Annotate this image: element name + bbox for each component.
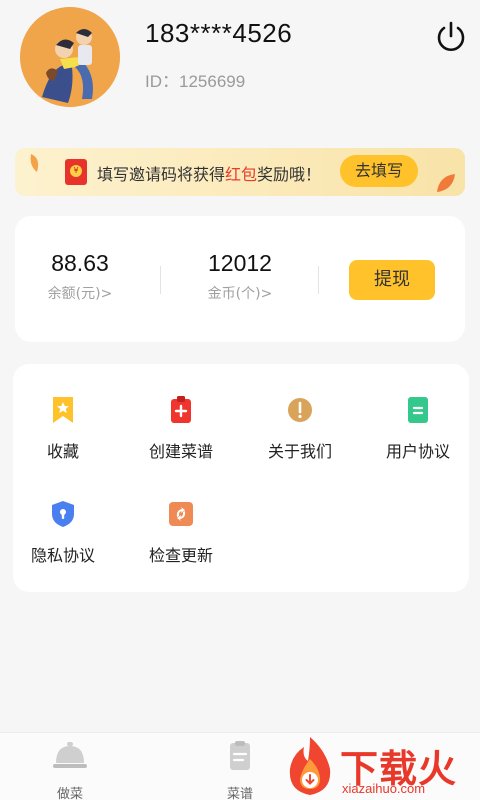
- nav-tab-recipes[interactable]: 菜谱: [200, 741, 280, 800]
- fill-invite-button[interactable]: 去填写: [340, 155, 418, 187]
- info-exclamation-icon: [288, 398, 312, 422]
- avatar[interactable]: [20, 7, 120, 107]
- document-equals-icon: [408, 397, 428, 423]
- balance-label: 余额(元)>: [47, 286, 113, 302]
- menu-item-label: 收藏: [46, 442, 79, 461]
- menu-item-label: 用户协议: [385, 442, 450, 461]
- profile-header: 183****4526 ID：1256699: [0, 0, 480, 120]
- menu-item-label: 关于我们: [267, 442, 332, 461]
- menu-item-favorites[interactable]: 收藏: [8, 396, 118, 476]
- banner-text-highlight: 红包: [225, 165, 258, 184]
- cloche-icon: [53, 742, 87, 768]
- balance-value: 88.63: [51, 250, 109, 276]
- phone-number: 183****4526: [145, 18, 293, 48]
- invite-banner[interactable]: ¥ 填写邀请码将获得红包奖励哦！ 去填写: [15, 148, 465, 196]
- menu-item-create-recipe[interactable]: 创建菜谱: [126, 396, 236, 476]
- menu-item-privacy-policy[interactable]: 隐私协议: [8, 500, 118, 580]
- shield-lock-icon: [52, 501, 74, 527]
- nav-tab-cooking[interactable]: 做菜: [30, 741, 110, 800]
- menu-item-label: 检查更新: [148, 546, 213, 565]
- power-icon[interactable]: [434, 20, 468, 54]
- banner-text: 填写邀请码将获得红包奖励哦！: [97, 161, 321, 185]
- banner-text-after: 奖励哦！: [257, 165, 322, 184]
- refresh-lightning-icon: [169, 502, 193, 526]
- user-id: ID：1256699: [145, 72, 246, 91]
- coins-value: 12012: [208, 250, 272, 276]
- balance-stat[interactable]: 88.63 余额(元)>: [40, 250, 120, 303]
- clipboard-plus-icon: [171, 396, 191, 423]
- banner-text-before: 填写邀请码将获得: [97, 165, 226, 184]
- menu-item-about-us[interactable]: 关于我们: [245, 396, 355, 476]
- avatar-illustration: [20, 7, 120, 107]
- withdraw-button[interactable]: 提现: [349, 260, 435, 300]
- menu-grid: 收藏 创建菜谱 关于我们 用户协议 隐私协议 检查更新: [13, 364, 469, 592]
- coins-label: 金币(个)>: [207, 286, 273, 302]
- recipe-book-icon: [230, 741, 250, 770]
- bookmark-star-icon: [53, 397, 73, 423]
- flame-logo-icon: [289, 737, 331, 795]
- watermark-logo: 下载火 xiazaihuo.com: [282, 735, 480, 800]
- divider: [160, 266, 161, 294]
- leaf-decoration-icon: [30, 154, 39, 172]
- watermark-domain: xiazaihuo.com: [342, 781, 426, 796]
- menu-item-label: 创建菜谱: [148, 442, 213, 461]
- menu-item-user-agreement[interactable]: 用户协议: [363, 396, 473, 476]
- red-envelope-icon: ¥: [65, 159, 87, 185]
- nav-tab-label: 做菜: [56, 787, 83, 800]
- menu-item-check-update[interactable]: 检查更新: [126, 500, 236, 580]
- divider: [318, 266, 319, 294]
- leaf-decoration-icon: [437, 174, 455, 192]
- coins-stat[interactable]: 12012 金币(个)>: [200, 250, 280, 303]
- nav-tab-label: 菜谱: [226, 787, 253, 800]
- menu-item-label: 隐私协议: [30, 546, 95, 565]
- wallet-card: 88.63 余额(元)> 12012 金币(个)> 提现: [15, 216, 465, 342]
